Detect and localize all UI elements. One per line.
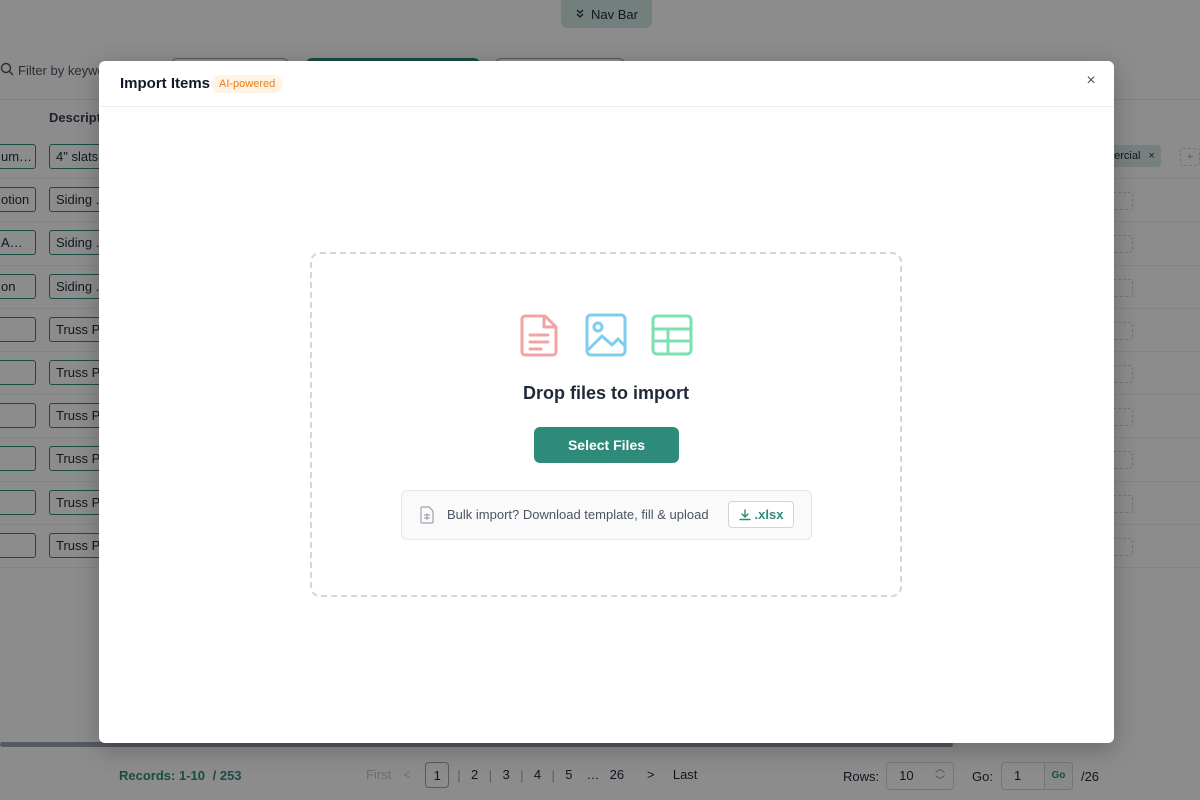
spreadsheet-icon bbox=[651, 314, 693, 356]
xlsx-label: .xlsx bbox=[754, 507, 784, 522]
template-file-icon bbox=[420, 506, 434, 524]
file-drop-zone[interactable]: Drop files to import Select Files Bulk i… bbox=[310, 252, 902, 597]
import-items-modal: Import Items AI-powered × Drop files to … bbox=[99, 61, 1114, 743]
modal-title: Import Items bbox=[120, 75, 211, 92]
modal-header: Import Items AI-powered × bbox=[99, 61, 1114, 107]
close-icon[interactable]: × bbox=[1082, 71, 1100, 91]
select-files-button[interactable]: Select Files bbox=[534, 427, 679, 463]
bulk-import-hint: Bulk import? Download template, fill & u… bbox=[401, 490, 812, 540]
download-xlsx-button[interactable]: .xlsx bbox=[728, 501, 794, 528]
document-icon bbox=[520, 314, 558, 357]
drop-files-title: Drop files to import bbox=[523, 383, 689, 403]
download-icon bbox=[738, 508, 751, 520]
ai-powered-badge: AI-powered bbox=[211, 75, 284, 93]
file-type-icons bbox=[312, 312, 900, 358]
image-icon bbox=[585, 313, 627, 357]
bulk-import-text: Bulk import? Download template, fill & u… bbox=[447, 507, 709, 522]
